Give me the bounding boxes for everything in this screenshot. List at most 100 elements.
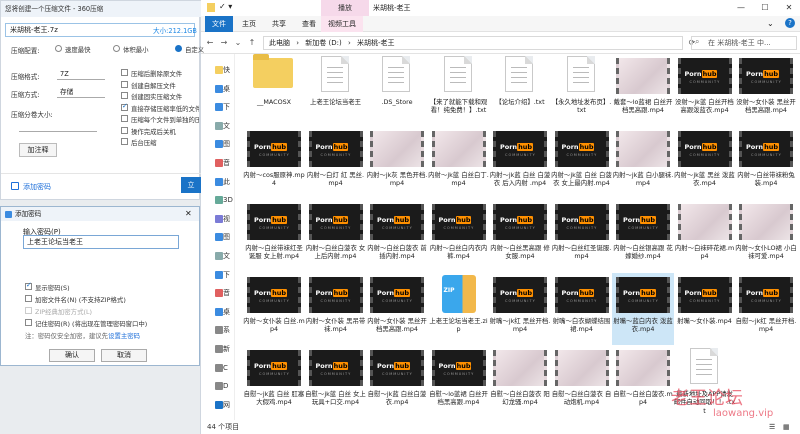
file-item[interactable]: Pornhub COMMUNITY 内射～白丝白内衣内裤.mp4 — [428, 200, 490, 272]
ok-button[interactable]: 确认 — [49, 349, 95, 362]
method-select[interactable]: 存储 — [57, 87, 105, 98]
zip-option-checkbox[interactable] — [121, 115, 128, 122]
file-item[interactable]: 内射～女仆LO裙 小白袜可爱.mp4 — [735, 200, 797, 272]
tab-video-tools-play[interactable]: 播放 — [321, 0, 369, 16]
quick-access-icon[interactable]: ✓ ▾ — [219, 2, 232, 11]
breadcrumb-this-pc[interactable]: 此电脑 — [269, 39, 290, 47]
file-item[interactable]: 自慰～白丝白菠衣 阳幻龙骚.mp4 — [489, 346, 551, 418]
file-item[interactable]: Pornhub COMMUNITY 射嘴～蓝白内衣 泼蓝衣.mp4 — [612, 273, 674, 345]
format-select[interactable]: 7Z — [57, 69, 105, 80]
file-item[interactable]: Pornhub COMMUNITY 内射～白丝银高跟 花嫁婚纱.mp4 — [612, 200, 674, 272]
file-item[interactable]: Pornhub COMMUNITY 内射～白丝黑高跟 修女服.mp4 — [489, 200, 551, 272]
file-item[interactable]: __MACOSX — [243, 54, 305, 126]
close-icon[interactable]: ✕ — [185, 207, 192, 221]
file-item[interactable]: ZIP 上老王论坛当老王.zip — [428, 273, 490, 345]
nav-item[interactable]: 文 — [223, 120, 235, 132]
nav-item[interactable]: 桌 — [223, 83, 235, 95]
set-master-password-link[interactable]: 设置主密码 — [108, 332, 140, 340]
file-item[interactable]: 【论坛介绍】.txt — [489, 54, 551, 126]
tab-file[interactable]: 文件 — [205, 16, 233, 32]
file-item[interactable]: 内射～jk灰 黑色开档.mp4 — [366, 127, 428, 199]
encrypt-filename-checkbox[interactable] — [25, 295, 32, 302]
nav-item[interactable]: 3D — [223, 194, 235, 206]
show-password-checkbox[interactable] — [25, 281, 32, 290]
start-compress-button[interactable]: 立 — [181, 177, 201, 193]
file-item[interactable]: Pornhub COMMUNITY 内射～cos服原神.mp4 — [243, 127, 305, 199]
file-item[interactable]: Pornhub COMMUNITY 内射～白丝带袜粉兔装.mp4 — [735, 127, 797, 199]
nav-item[interactable]: 下 — [223, 269, 235, 281]
maximize-button[interactable]: ☐ — [753, 0, 777, 16]
file-item[interactable]: Pornhub COMMUNITY 射嘴～jk红 黑丝开档.mp4 — [489, 273, 551, 345]
zip-option-checkbox[interactable] — [121, 126, 128, 134]
zip-option-checkbox[interactable] — [121, 102, 128, 111]
breadcrumb-folder[interactable]: 米胡桃-老王 — [357, 39, 395, 47]
add-password-link[interactable]: 添加密码 — [23, 182, 51, 192]
file-item[interactable]: Pornhub COMMUNITY 内射～女仆装 白丝.mp4 — [243, 273, 305, 345]
file-item[interactable]: Pornhub COMMUNITY 自慰～jk蓝 白丝 肛塞大假鸡.mp4 — [243, 346, 305, 418]
large-icons-view-icon[interactable]: ▦ — [783, 420, 790, 434]
radio-custom[interactable] — [175, 45, 182, 52]
up-arrow-icon[interactable]: ↑ — [245, 36, 259, 50]
password-input[interactable]: 上老王论坛当老王 — [23, 235, 179, 249]
help-icon[interactable]: ? — [785, 18, 795, 28]
nav-item[interactable]: 音 — [223, 287, 235, 299]
file-item[interactable]: .DS_Store — [366, 54, 428, 126]
ribbon-expand-icon[interactable]: ⌄ — [767, 19, 774, 28]
tab-view[interactable]: 查看 — [295, 16, 323, 32]
back-arrow-icon[interactable]: ← — [203, 36, 217, 50]
nav-item[interactable]: C — [223, 362, 235, 374]
recent-chevron-icon[interactable]: ⌄ — [231, 36, 245, 50]
zip-option-checkbox[interactable] — [121, 69, 128, 76]
file-item[interactable]: Pornhub COMMUNITY 内射～白丝白菠衣 女上后内射.mp4 — [305, 200, 367, 272]
file-item[interactable]: 内射～jk蓝 白小腿袜.mp4 — [612, 127, 674, 199]
file-item[interactable]: Pornhub COMMUNITY 内射～白丝带袜红圣诞服 女上射.mp4 — [243, 200, 305, 272]
remember-password-checkbox[interactable] — [25, 319, 32, 326]
file-item[interactable]: 上老王论坛当老王 — [305, 54, 367, 126]
search-input[interactable]: 在 米胡桃-老王 中... — [691, 36, 797, 50]
file-item[interactable]: Pornhub COMMUNITY 自慰～jk红 黑丝开档.mp4 — [735, 273, 797, 345]
nav-item[interactable]: 音 — [223, 157, 235, 169]
nav-item[interactable]: 快 — [223, 64, 235, 76]
nav-item[interactable]: 系 — [223, 324, 235, 336]
comment-button[interactable]: 加注释 — [19, 143, 57, 157]
close-button[interactable]: ✕ — [777, 0, 800, 16]
split-select[interactable] — [19, 121, 97, 132]
nav-item[interactable]: 文 — [223, 250, 235, 262]
file-item[interactable]: Pornhub COMMUNITY 内射～白丝红圣诞服.mp4 — [551, 200, 613, 272]
tab-video-tools[interactable]: 视频工具 — [321, 16, 363, 32]
file-item[interactable]: Pornhub COMMUNITY 内射～jk蓝 白丝 白菠衣 女上最内射.mp4 — [551, 127, 613, 199]
address-field[interactable]: 此电脑 › 新加卷 (D:) › 米胡桃-老王 — [263, 36, 683, 50]
nav-item[interactable]: 视 — [223, 213, 235, 225]
tab-share[interactable]: 共享 — [265, 16, 293, 32]
nav-item[interactable]: 图 — [223, 138, 235, 150]
file-item[interactable]: Pornhub COMMUNITY 自慰～jk蓝 白丝 女上玩具+口交.mp4 — [305, 346, 367, 418]
nav-item[interactable]: 下 — [223, 101, 235, 113]
breadcrumb-drive[interactable]: 新加卷 (D:) — [305, 39, 341, 47]
tab-home[interactable]: 主页 — [235, 16, 263, 32]
file-item[interactable]: 自慰～白丝白菠衣 自动炮机.mp4 — [551, 346, 613, 418]
nav-item[interactable]: 网 — [223, 399, 235, 411]
file-item[interactable]: Pornhub COMMUNITY 内射～jk蓝 黑丝 泼蓝衣.mp4 — [674, 127, 736, 199]
file-item[interactable]: Pornhub COMMUNITY 内射～白丝白菠衣 前插内射.mp4 — [366, 200, 428, 272]
forward-arrow-icon[interactable]: → — [217, 36, 231, 50]
nav-item[interactable]: 图 — [223, 231, 235, 243]
cancel-button[interactable]: 取消 — [101, 349, 147, 362]
file-item[interactable]: 内射～jk蓝 白丝白丁.mp4 — [428, 127, 490, 199]
file-item[interactable]: Pornhub COMMUNITY 射嘴～女仆装.mp4 — [674, 273, 736, 345]
file-item[interactable]: Pornhub COMMUNITY 自慰～jk蓝 白丝白菠衣.mp4 — [366, 346, 428, 418]
minimize-button[interactable]: — — [729, 0, 753, 16]
file-item[interactable]: Pornhub COMMUNITY 没射～女仆装 黑丝开档黑高跟.mp4 — [735, 54, 797, 126]
radio-small[interactable] — [113, 45, 120, 52]
radio-fast[interactable] — [55, 45, 62, 52]
file-item[interactable]: Pornhub COMMUNITY 射嘴～白衣蝴蝶结围裙.mp4 — [551, 273, 613, 345]
file-item[interactable]: Pornhub COMMUNITY 内射～白灯 紅 黑丝.mp4 — [305, 127, 367, 199]
file-item[interactable]: Pornhub COMMUNITY 自慰～lo蓝裙 白丝开档黑高跟.mp4 — [428, 346, 490, 418]
nav-item[interactable]: 新 — [223, 343, 235, 355]
file-item[interactable]: 戴套～lo蓝裙 白丝开档黑高跟.mp4 — [612, 54, 674, 126]
zip-option-checkbox[interactable] — [121, 92, 128, 99]
file-item[interactable]: 内射～白袜碎花裙.mp4 — [674, 200, 736, 272]
details-view-icon[interactable]: ☰ — [769, 420, 775, 434]
file-item[interactable]: Pornhub COMMUNITY 内射～jk蓝 白丝 白菠衣 后入内射 .mp4 — [489, 127, 551, 199]
nav-item[interactable]: D — [223, 380, 235, 392]
nav-item[interactable]: 桌 — [223, 306, 235, 318]
